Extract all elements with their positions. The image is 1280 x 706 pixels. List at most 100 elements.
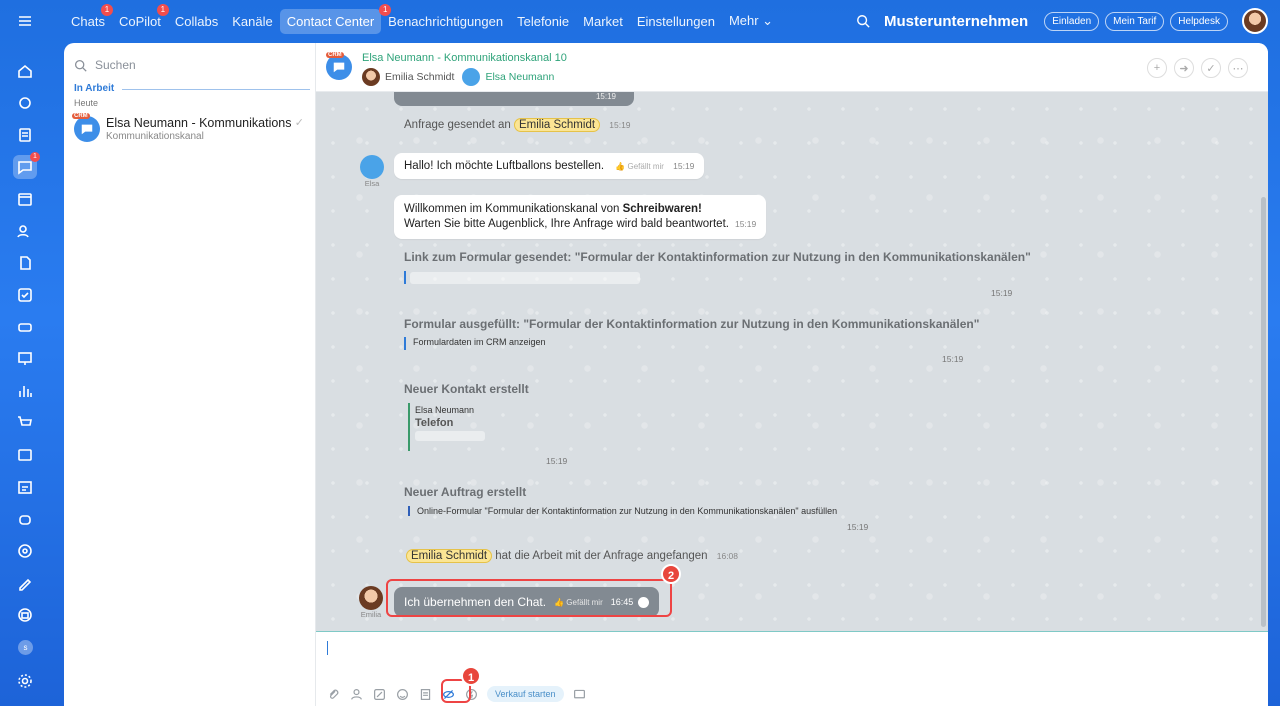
chat-badge: 1	[30, 152, 40, 162]
search-icon	[74, 59, 87, 72]
nav-telefonie[interactable]: Telefonie	[510, 9, 576, 34]
user-icon[interactable]	[349, 687, 363, 701]
conversation-list-panel: Suchen In Arbeit Heute CRM Elsa Neumann …	[64, 43, 316, 706]
like-button[interactable]: 👍 Gefällt mir	[615, 162, 664, 171]
edit-icon[interactable]	[372, 687, 386, 701]
welcome-message: Willkommen im Kommunikationskanal von Sc…	[394, 195, 767, 239]
drive-icon[interactable]	[13, 315, 37, 339]
message-time: 15:19	[595, 92, 616, 101]
company-name[interactable]: Musterunternehmen	[884, 13, 1028, 30]
nav-copilot[interactable]: CoPilot 1	[112, 3, 169, 34]
search-icon[interactable]	[856, 14, 870, 28]
nav-market[interactable]: Market	[576, 9, 630, 34]
link-placeholder[interactable]	[410, 272, 640, 284]
conversation-item[interactable]: CRM Elsa Neumann - Kommunikationsk... Ko…	[72, 113, 308, 147]
new-contact-title: Neuer Kontakt erstellt	[404, 382, 529, 396]
message-text: Willkommen im Kommunikationskanal von	[404, 203, 623, 215]
participant-name[interactable]: Elsa Neumann	[485, 71, 554, 83]
template-icon[interactable]	[418, 687, 432, 701]
quote-bar	[408, 403, 410, 451]
check-icon: ✓	[294, 117, 304, 129]
nav-kanaele[interactable]: Kanäle	[225, 9, 279, 34]
message-composer[interactable]: Verkauf starten 1	[316, 631, 1268, 706]
message-time: 15:19	[734, 219, 757, 229]
document-icon[interactable]	[13, 251, 37, 275]
menu-icon[interactable]	[13, 9, 37, 33]
more-icon[interactable]: ⋯	[1228, 58, 1248, 78]
message-time: 15:19	[609, 120, 631, 130]
nav-einstellungen[interactable]: Einstellungen	[630, 9, 722, 34]
system-text: hat die Arbeit mit der Anfrage angefange…	[495, 550, 708, 562]
form-link[interactable]: Formulardaten im CRM anzeigen	[404, 337, 546, 350]
participant-avatar[interactable]	[462, 68, 481, 86]
add-user-icon[interactable]: +	[1147, 58, 1167, 78]
sender-name: Elsa	[364, 179, 380, 188]
left-rail: 1 s	[0, 0, 50, 706]
schedule-icon[interactable]	[13, 475, 37, 499]
home-icon[interactable]	[13, 59, 37, 83]
nav-benachrichtigungen[interactable]: Benachrichtigungen 1	[379, 3, 510, 34]
contact-card-icon[interactable]	[13, 443, 37, 467]
emoji-icon[interactable]	[395, 687, 409, 701]
nav-chats[interactable]: Chats 1	[64, 3, 113, 34]
search-field[interactable]: Suchen	[74, 53, 304, 77]
feed-icon[interactable]	[13, 123, 37, 147]
cart-icon[interactable]	[13, 411, 37, 435]
calendar-icon[interactable]	[13, 187, 37, 211]
forward-icon[interactable]: ➜	[1174, 58, 1194, 78]
settings-icon[interactable]	[13, 669, 37, 693]
invite-button[interactable]: Einladen	[1044, 11, 1100, 31]
message-time: 15:19	[673, 161, 695, 171]
form-filled-title: Formular ausgefüllt: "Formular der Konta…	[404, 317, 980, 331]
helpdesk-button[interactable]: Helpdesk	[1170, 11, 1228, 31]
participant-name[interactable]: Emilia Schmidt	[385, 71, 454, 83]
user-mention[interactable]: Emilia Schmidt	[513, 118, 601, 132]
chat-title[interactable]: Elsa Neumann - Kommunikationskanal 10	[362, 52, 567, 64]
crm-tag: CRM	[326, 52, 344, 58]
quote-bar	[404, 271, 406, 284]
order-text[interactable]: Online-Formular "Formular der Kontaktinf…	[408, 506, 837, 516]
step-marker-1: 1	[461, 666, 481, 686]
section-divider	[122, 89, 310, 90]
robot-icon[interactable]	[13, 507, 37, 531]
attach-icon[interactable]	[326, 687, 340, 701]
chat-panel: CRM Elsa Neumann - Kommunikationskanal 1…	[316, 43, 1268, 706]
board-icon[interactable]	[13, 347, 37, 371]
chat-window-icon[interactable]	[573, 687, 587, 701]
crm-tag: CRM	[72, 113, 90, 119]
step-marker-2: 2	[661, 564, 681, 584]
analytics-icon[interactable]	[13, 379, 37, 403]
start-sale-button[interactable]: Verkauf starten	[487, 686, 564, 702]
chat-icon[interactable]: 1	[13, 152, 40, 179]
conversation-title: Elsa Neumann - Kommunikationsk...	[106, 116, 291, 130]
contact-name: Elsa Neumann	[415, 405, 475, 415]
contact-phone-label: Telefon	[415, 417, 454, 429]
support-icon[interactable]	[13, 603, 37, 627]
tariff-button[interactable]: Mein Tarif	[1105, 11, 1165, 31]
nav-mehr[interactable]: Mehr ⌄	[722, 8, 780, 34]
tasks-icon[interactable]	[13, 283, 37, 307]
target-icon[interactable]	[13, 539, 37, 563]
new-order-title: Neuer Auftrag erstellt	[404, 485, 527, 499]
sender-avatar[interactable]	[359, 586, 383, 610]
users-icon[interactable]	[13, 219, 37, 243]
copilot-icon[interactable]	[13, 91, 37, 115]
chat-bubble-icon	[81, 124, 93, 135]
finish-icon[interactable]: ✓	[1201, 58, 1221, 78]
participant-avatar[interactable]	[362, 68, 380, 86]
scrollbar[interactable]	[1261, 197, 1266, 627]
section-title: In Arbeit	[74, 83, 115, 94]
sender-avatar[interactable]	[360, 155, 384, 179]
link-sent-title: Link zum Formular gesendet: "Formular de…	[404, 250, 1031, 264]
user-initial-avatar[interactable]: s	[18, 640, 33, 655]
message-time: 15:19	[546, 456, 568, 466]
sign-icon[interactable]	[13, 571, 37, 595]
nav-contact-center[interactable]: Contact Center	[279, 8, 382, 34]
user-avatar[interactable]	[1242, 8, 1268, 34]
top-right-area: Musterunternehmen Einladen Mein Tarif He…	[856, 6, 1268, 36]
conversation-subtitle: Kommunikationskanal	[106, 131, 204, 142]
highlight-box	[386, 579, 672, 617]
user-mention[interactable]: Emilia Schmidt	[406, 549, 493, 563]
nav-collabs[interactable]: Collabs	[168, 9, 225, 34]
message-text: Hallo! Ich möchte Luftballons bestellen.	[404, 160, 605, 172]
